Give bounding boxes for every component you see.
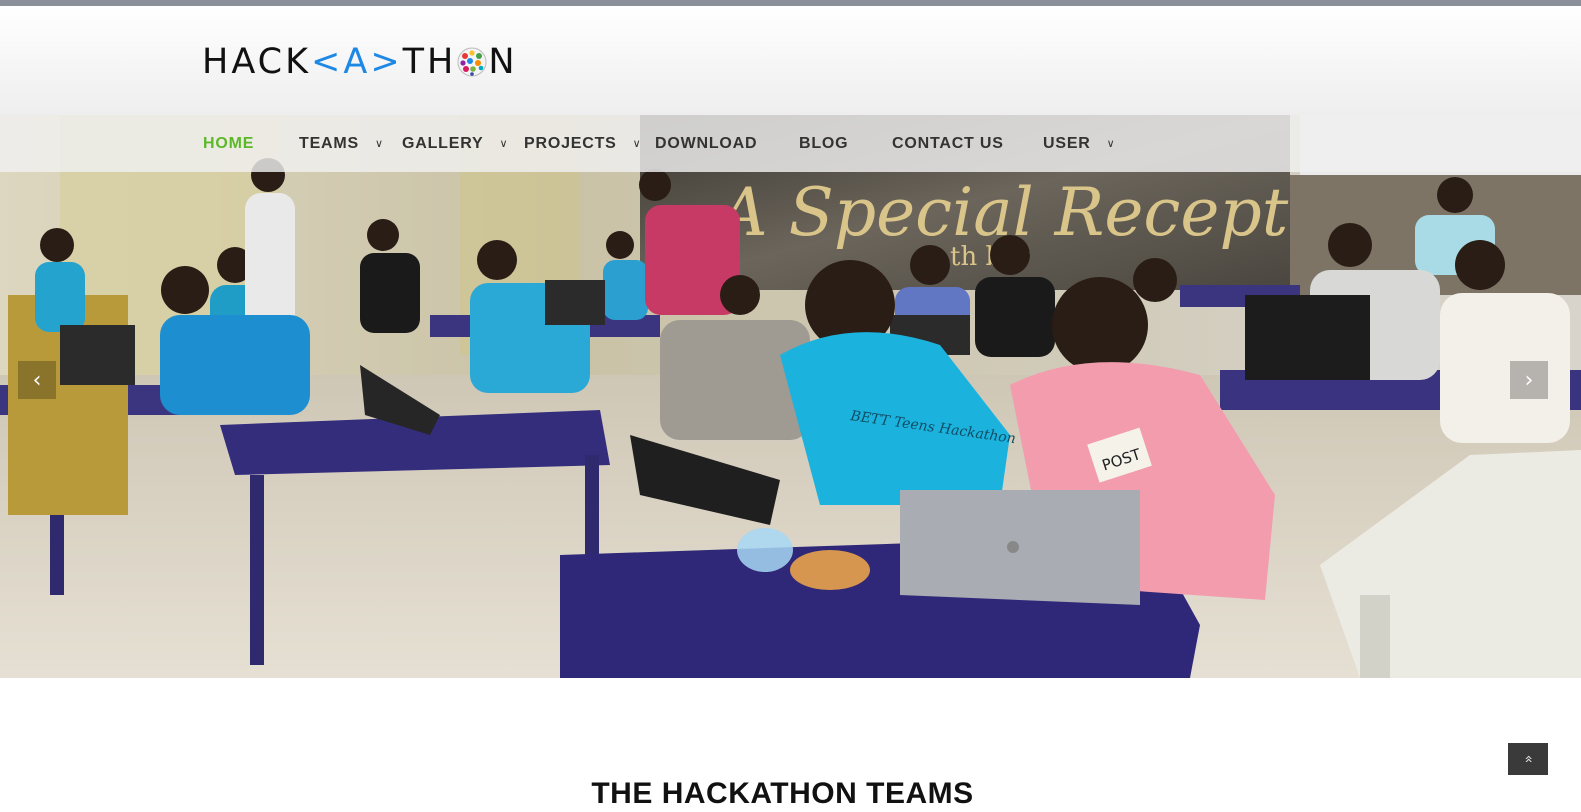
chevron-left-icon: ‹	[32, 367, 42, 393]
nav-item-blog[interactable]: BLOG	[799, 115, 848, 172]
logo-text-n: N	[488, 42, 518, 82]
nav-item-user[interactable]: USER ∨	[1043, 115, 1116, 172]
nav-label-blog: BLOG	[799, 134, 849, 152]
nav-label-contact-us: CONTACT US	[892, 134, 1004, 152]
chevron-down-icon: ∨	[1106, 137, 1116, 150]
chevron-down-icon: ∨	[499, 137, 509, 150]
nav-item-home[interactable]: HOME	[203, 115, 254, 172]
scroll-to-top-button[interactable]: «	[1508, 743, 1548, 775]
hero-slider: A Special Reception th ber BETT Teens Ha…	[0, 115, 1581, 678]
nav-label-user: USER	[1043, 134, 1091, 152]
nav-label-download: DOWNLOAD	[655, 134, 758, 152]
nav-item-projects[interactable]: PROJECTS ∨	[524, 115, 642, 172]
slider-next-button[interactable]: ›	[1510, 361, 1548, 399]
section-title: THE HACKATHON TEAMS	[591, 777, 974, 810]
logo-letter-a: A	[343, 42, 371, 82]
nav-item-teams[interactable]: TEAMS ∨	[299, 115, 384, 172]
site-header: HACK < A > TH N	[0, 6, 1581, 115]
chevron-right-icon: ›	[1524, 367, 1534, 393]
double-chevron-up-icon: «	[1519, 754, 1536, 764]
nav-item-contact-us[interactable]: CONTACT US	[892, 115, 1004, 172]
nav-item-download[interactable]: DOWNLOAD	[655, 115, 757, 172]
nav-label-gallery: GALLERY	[402, 134, 484, 152]
logo-text-hack: HACK	[202, 42, 312, 82]
logo-text-th: TH	[402, 42, 457, 82]
logo-bracket-close: >	[370, 42, 403, 82]
nav-item-gallery[interactable]: GALLERY ∨	[402, 115, 508, 172]
logo-bracket-open: <	[311, 42, 344, 82]
globe-icon	[457, 47, 487, 77]
nav-label-home: HOME	[203, 134, 255, 152]
main-nav: HOME TEAMS ∨ GALLERY ∨ PROJECTS ∨ DOWNLO…	[0, 115, 1581, 172]
nav-label-teams: TEAMS	[299, 134, 359, 152]
hero-image: A Special Reception th ber BETT Teens Ha…	[0, 115, 1581, 678]
site-logo[interactable]: HACK < A > TH N	[202, 42, 518, 82]
nav-label-projects: PROJECTS	[524, 134, 617, 152]
chevron-down-icon: ∨	[632, 137, 642, 150]
banner-text: A Special Reception	[714, 174, 1392, 251]
slider-prev-button[interactable]: ‹	[18, 361, 56, 399]
chevron-down-icon: ∨	[375, 137, 384, 150]
